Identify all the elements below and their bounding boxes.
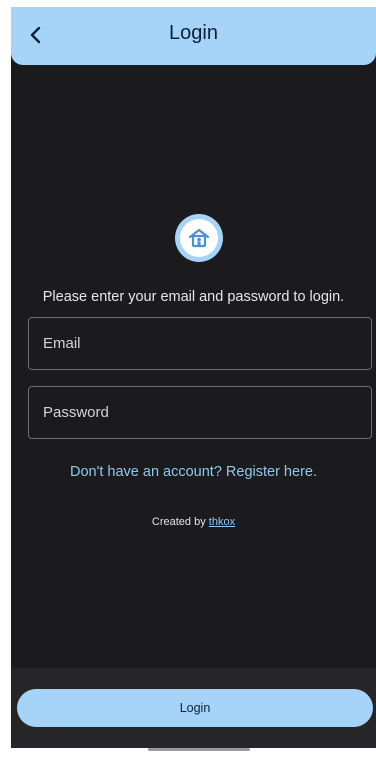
- page-title: Login: [169, 22, 218, 44]
- author-link[interactable]: thkox: [209, 516, 235, 528]
- login-screen: Login Please enter your email and passwo…: [11, 7, 376, 758]
- email-field[interactable]: [28, 317, 372, 370]
- login-button[interactable]: Login: [17, 689, 373, 727]
- register-link[interactable]: Don't have an account? Register here.: [11, 464, 376, 480]
- home-indicator[interactable]: [148, 748, 250, 751]
- home-icon: [188, 228, 210, 248]
- credits-text: Created by thkox: [11, 516, 376, 528]
- login-instructions: Please enter your email and password to …: [42, 289, 345, 305]
- app-logo: [175, 214, 223, 262]
- credits-prefix: Created by: [151, 516, 206, 528]
- password-field[interactable]: [28, 386, 372, 439]
- app-bar: Login: [11, 7, 376, 65]
